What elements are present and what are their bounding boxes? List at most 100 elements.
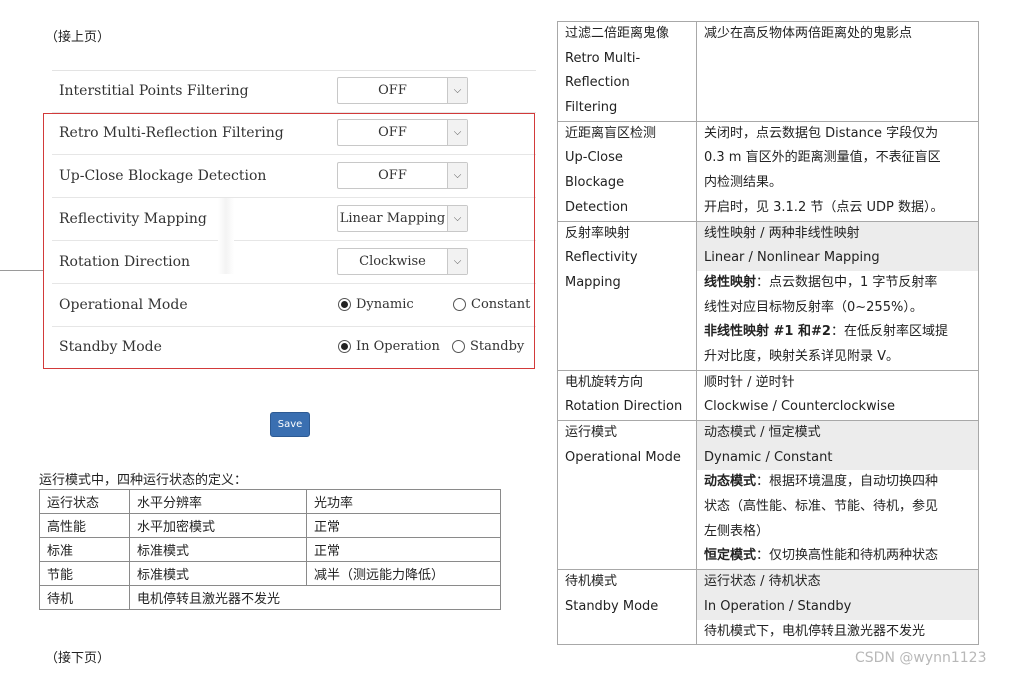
table-cell: 待机 bbox=[39, 585, 130, 610]
upclose-select[interactable]: OFF ⌵ bbox=[337, 162, 468, 189]
term-desc: ：点云数据包中，1 字节反射率 bbox=[756, 274, 938, 290]
save-button[interactable]: Save bbox=[270, 412, 310, 437]
radio-label: Standby bbox=[470, 339, 525, 354]
table-row: 待机 电机停转且激光器不发光 bbox=[39, 585, 501, 610]
setting-row-operational: Operational Mode Dynamic Constant bbox=[52, 285, 536, 327]
rotation-select[interactable]: Clockwise ⌵ bbox=[337, 248, 468, 275]
continued-from-note: （接上页） bbox=[45, 30, 111, 45]
table-header: 运行状态 bbox=[39, 489, 130, 514]
table-cell: 高性能 bbox=[39, 513, 130, 538]
table-row: 节能 标准模式 减半（测远能力降低） bbox=[39, 561, 501, 586]
param-options-line: Dynamic / Constant bbox=[697, 445, 978, 471]
param-options-line: 运行状态 / 待机状态 bbox=[697, 570, 978, 595]
param-name-line: Rotation Direction bbox=[565, 399, 683, 415]
term-desc: ：在低反射率区域提 bbox=[830, 324, 948, 340]
state-table: 运行状态 水平分辨率 光功率 高性能 水平加密模式 正常 标准 标准模式 正常 … bbox=[39, 489, 501, 610]
setting-label: Retro Multi-Reflection Filtering bbox=[59, 125, 284, 141]
param-name-cell: 电机旋转方向 Rotation Direction bbox=[557, 369, 697, 422]
param-name-line: 反射率映射 bbox=[565, 225, 631, 241]
setting-label: Standby Mode bbox=[59, 339, 162, 355]
radio-checked-icon bbox=[338, 340, 351, 353]
setting-label: Rotation Direction bbox=[59, 254, 191, 270]
setting-label: Reflectivity Mapping bbox=[59, 211, 207, 227]
desc-row-reflectivity: 反射率映射 Reflectivity Mapping 线性映射 / 两种非线性映… bbox=[557, 220, 979, 371]
param-name-cell: 过滤二倍距离鬼像 Retro Multi- Reflection Filteri… bbox=[557, 21, 697, 122]
radio-unchecked-icon bbox=[453, 298, 466, 311]
param-desc-line: 开启时，见 3.1.2 节（点云 UDP 数据）。 bbox=[704, 199, 944, 215]
param-name-line: Blockage bbox=[565, 175, 625, 191]
param-desc-line: Clockwise / Counterclockwise bbox=[704, 399, 896, 415]
setting-row-rotation: Rotation Direction Clockwise ⌵ bbox=[52, 242, 536, 284]
param-desc-line: 线性映射：点云数据包中，1 字节反射率 bbox=[704, 271, 978, 296]
watermark: CSDN @wynn1123 bbox=[855, 650, 987, 666]
setting-label: Operational Mode bbox=[59, 297, 188, 313]
setting-row-standby: Standby Mode In Operation Standby bbox=[52, 327, 536, 369]
setting-row-upclose: Up-Close Blockage Detection OFF ⌵ bbox=[52, 156, 536, 198]
desc-row-rotation: 电机旋转方向 Rotation Direction 顺时针 / 逆时针 Cloc… bbox=[557, 369, 979, 422]
select-value: Clockwise bbox=[359, 254, 426, 269]
table-row: 标准 标准模式 正常 bbox=[39, 537, 501, 562]
table-cell: 正常 bbox=[306, 513, 501, 538]
chevron-down-icon: ⌵ bbox=[447, 78, 467, 103]
select-value: Linear Mapping bbox=[339, 211, 446, 226]
table-row: 高性能 水平加密模式 正常 bbox=[39, 513, 501, 538]
radio-label: Constant bbox=[471, 297, 531, 312]
table-header-row: 运行状态 水平分辨率 光功率 bbox=[39, 489, 501, 514]
param-options-line: Linear / Nonlinear Mapping bbox=[697, 246, 978, 271]
param-desc-cell: 关闭时，点云数据包 Distance 字段仅为 0.3 m 盲区外的距离测量值，… bbox=[696, 120, 979, 222]
param-options-line: 动态模式 / 恒定模式 bbox=[697, 421, 978, 446]
param-name-line: Detection bbox=[565, 199, 629, 215]
param-desc-line: 关闭时，点云数据包 Distance 字段仅为 bbox=[704, 125, 939, 141]
param-desc-line: 非线性映射 #1 和#2：在低反射率区域提 bbox=[704, 320, 978, 345]
param-desc-cell: 减少在高反物体两倍距离处的鬼影点 bbox=[696, 21, 979, 122]
reflectivity-select[interactable]: Linear Mapping ⌵ bbox=[337, 205, 468, 232]
table-cell: 正常 bbox=[306, 537, 501, 562]
param-name-cell: 近距离盲区检测 Up-Close Blockage Detection bbox=[557, 120, 697, 222]
param-name-line: Reflectivity bbox=[565, 250, 638, 266]
desc-row-upclose: 近距离盲区检测 Up-Close Blockage Detection 关闭时，… bbox=[557, 120, 979, 222]
param-name-cell: 反射率映射 Reflectivity Mapping bbox=[557, 220, 697, 371]
side-divider bbox=[0, 270, 44, 271]
select-value: OFF bbox=[378, 168, 407, 183]
continued-next-note: （接下页） bbox=[45, 651, 111, 666]
radio-label: Dynamic bbox=[356, 297, 414, 312]
desc-row-retro: 过滤二倍距离鬼像 Retro Multi- Reflection Filteri… bbox=[557, 21, 979, 122]
term: 非线性映射 #1 和#2 bbox=[704, 324, 831, 340]
setting-row-reflectivity: Reflectivity Mapping Linear Mapping ⌵ bbox=[52, 199, 536, 241]
select-value: OFF bbox=[378, 125, 407, 140]
param-name-line: 电机旋转方向 bbox=[565, 374, 644, 390]
param-options-line: 线性映射 / 两种非线性映射 bbox=[697, 221, 978, 247]
param-name-line: Operational Mode bbox=[565, 449, 681, 465]
retro-filter-select[interactable]: OFF ⌵ bbox=[337, 119, 468, 146]
param-options-line: In Operation / Standby bbox=[697, 594, 978, 620]
param-desc-line: 待机模式下，电机停转且激光器不发光 bbox=[704, 623, 926, 639]
state-table-caption: 运行模式中，四种运行状态的定义： bbox=[39, 473, 248, 488]
chevron-down-icon: ⌵ bbox=[447, 163, 467, 188]
param-name-cell: 运行模式 Operational Mode bbox=[557, 419, 697, 571]
term: 动态模式 bbox=[704, 474, 757, 490]
select-value: OFF bbox=[378, 83, 407, 98]
param-name-line: Mapping bbox=[565, 274, 621, 290]
param-desc-line: 左侧表格） bbox=[704, 523, 770, 539]
param-desc-line: 顺时针 / 逆时针 bbox=[704, 374, 795, 390]
radio-checked-icon bbox=[338, 298, 351, 311]
param-name-line: Reflection bbox=[565, 75, 630, 91]
desc-row-operational: 运行模式 Operational Mode 动态模式 / 恒定模式 Dynami… bbox=[557, 419, 979, 571]
table-cell: 水平加密模式 bbox=[129, 513, 307, 538]
param-name-line: Filtering bbox=[565, 100, 618, 116]
description-table: 过滤二倍距离鬼像 Retro Multi- Reflection Filteri… bbox=[557, 21, 979, 646]
param-desc-line: 恒定模式：仅切换高性能和待机两种状态 bbox=[704, 544, 978, 569]
table-cell: 电机停转且激光器不发光 bbox=[129, 585, 501, 610]
param-name-line: Standby Mode bbox=[565, 598, 659, 614]
param-desc-cell: 线性映射 / 两种非线性映射 Linear / Nonlinear Mappin… bbox=[696, 220, 979, 371]
setting-label: Up-Close Blockage Detection bbox=[59, 168, 267, 184]
table-header: 水平分辨率 bbox=[129, 489, 307, 514]
table-cell: 节能 bbox=[39, 561, 130, 586]
param-desc-line: 线性对应目标物反射率（0~255%）。 bbox=[704, 299, 923, 315]
param-desc-cell: 动态模式 / 恒定模式 Dynamic / Constant 动态模式：根据环境… bbox=[696, 419, 979, 571]
param-desc-line: 0.3 m 盲区外的距离测量值，不表征盲区 bbox=[704, 150, 941, 166]
term: 线性映射 bbox=[704, 274, 757, 290]
param-desc-line: 动态模式：根据环境温度，自动切换四种 bbox=[704, 470, 978, 495]
radio-unchecked-icon bbox=[452, 340, 465, 353]
interstitial-select[interactable]: OFF ⌵ bbox=[337, 77, 468, 104]
